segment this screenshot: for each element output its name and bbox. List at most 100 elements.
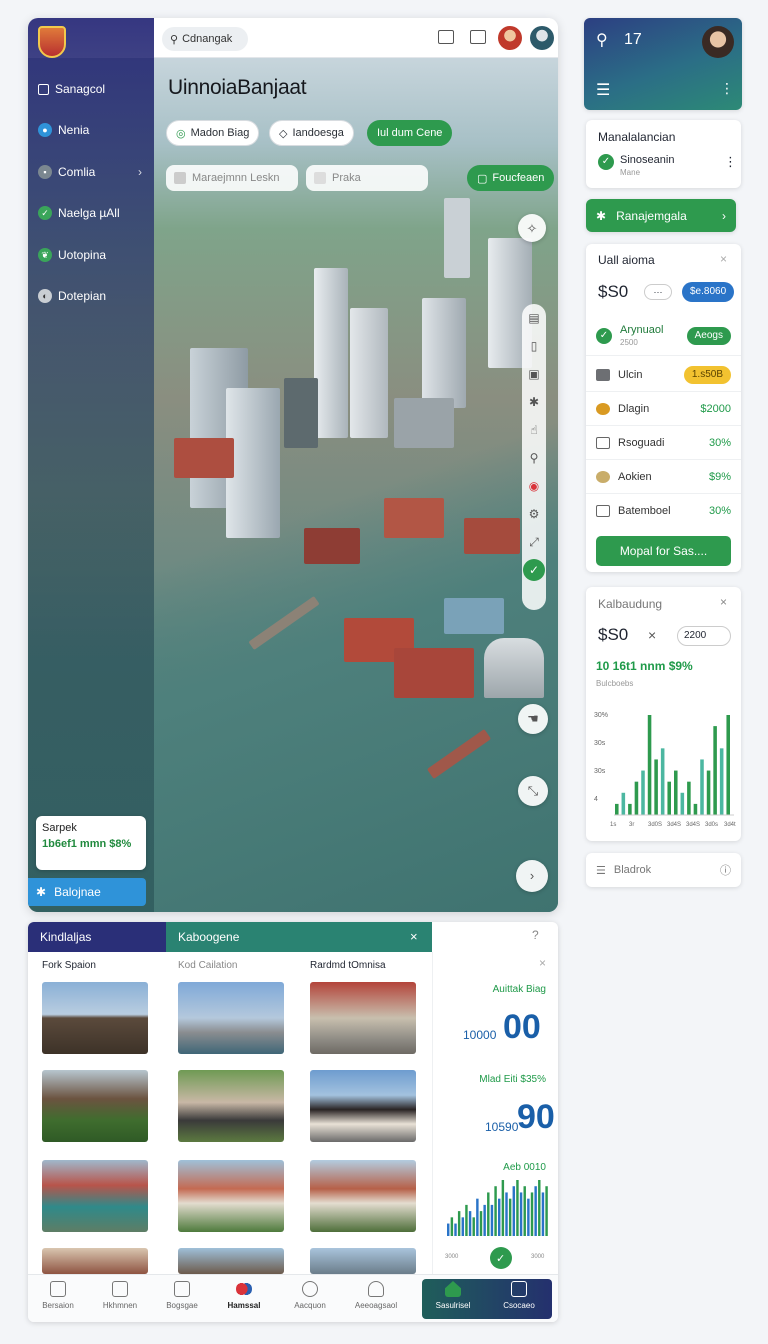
window-icon[interactable]	[438, 30, 454, 44]
row-label: Aokien	[618, 470, 652, 483]
chip-madon[interactable]: ◎ Madon Biag	[166, 120, 260, 146]
expand-icon[interactable]: ⤢	[522, 528, 546, 556]
thumb-icon[interactable]: ☝	[522, 416, 546, 444]
bar	[621, 792, 626, 815]
bar	[719, 748, 724, 815]
close-icon[interactable]: ×	[720, 252, 727, 266]
chip-iul-dum-cene[interactable]: Iul dum Cene	[367, 120, 453, 146]
close-icon[interactable]: ×	[539, 956, 546, 970]
bar	[508, 1198, 512, 1236]
action-button[interactable]: ▢ Foucfeaen	[467, 165, 555, 191]
filter-field-1[interactable]: Maraejmnn Leskn	[166, 165, 298, 191]
tab-kaboogene[interactable]: Kaboogene ×	[166, 922, 432, 952]
compass-icon[interactable]: ✧	[518, 214, 546, 242]
sidebar-item-sanagcol[interactable]: Sanagcol	[34, 74, 148, 104]
bar	[498, 1198, 501, 1236]
footer-card[interactable]: ☰ Bladrok ⓘ	[586, 853, 741, 887]
nav-item[interactable]: Aacquon	[280, 1281, 340, 1310]
avatar[interactable]	[702, 26, 734, 58]
list-row[interactable]: Ulcin 1.s50B	[586, 358, 741, 392]
search-icon[interactable]: ⚲	[596, 30, 608, 50]
nav-label: Hkhmnen	[102, 1301, 138, 1310]
row-sub: 2500	[620, 337, 638, 347]
row-pill[interactable]: 1.s50B	[683, 365, 731, 384]
gallery-thumbnail[interactable]	[42, 1160, 148, 1232]
bug-icon[interactable]: ✱	[522, 388, 546, 416]
gallery-thumbnail[interactable]	[42, 982, 148, 1054]
filter-field-2[interactable]: Praka	[306, 165, 428, 191]
check-icon[interactable]: ✓	[523, 559, 545, 581]
nav-item[interactable]: Sasulrisel	[422, 1281, 484, 1321]
sidebar-item-dotepian[interactable]: ◐ Dotepian	[34, 281, 148, 311]
chart-input[interactable]: 2200	[677, 626, 731, 646]
nav-item[interactable]: Hamssal	[214, 1281, 274, 1310]
gallery-thumbnail[interactable]	[178, 1248, 284, 1274]
sidebar-item-naelga[interactable]: ✓ Naelga µAll	[34, 198, 148, 228]
nav-item[interactable]: Bogsgae	[152, 1281, 212, 1310]
nav-item[interactable]: Csocaeo	[488, 1281, 550, 1321]
gallery-thumbnail[interactable]	[42, 1248, 148, 1274]
menu-icon[interactable]: ☰	[596, 80, 610, 100]
row-label: Dlagin	[618, 402, 650, 415]
tab-kindlaljas[interactable]: Kindlaljas	[28, 922, 166, 952]
avatar[interactable]	[498, 26, 522, 50]
nav-item[interactable]: Aeeoagsaol	[346, 1281, 406, 1310]
square-icon: ▢	[477, 172, 488, 185]
cta-button[interactable]: Mopal for Sas....	[596, 536, 731, 566]
gallery-thumbnail[interactable]	[178, 1070, 284, 1142]
fullscreen-icon[interactable]: ⤡	[518, 776, 548, 806]
image-icon[interactable]: ▣	[522, 360, 546, 388]
star-icon: ✱	[596, 208, 607, 223]
nav-item[interactable]: Hkhmnen	[90, 1281, 150, 1310]
help-icon[interactable]: ?	[532, 928, 539, 942]
summary-sub: Mane	[620, 168, 641, 177]
promo-card[interactable]: Sarpek 1b6ef1 mmn $8%	[36, 816, 146, 870]
home-icon	[50, 1281, 66, 1297]
layers-icon[interactable]: ▤	[522, 304, 546, 332]
avatar[interactable]	[530, 26, 554, 50]
search-icon[interactable]: ⚲	[522, 444, 546, 472]
list-row[interactable]: Rsoguadi 30%	[586, 426, 741, 460]
hand-icon[interactable]: ☚	[518, 704, 548, 734]
list-row[interactable]: Dlagin $2000	[586, 392, 741, 426]
sidebar-item-label: Uotopina	[58, 248, 107, 262]
sidebar-item-comlia[interactable]: ▪ Comlia ›	[34, 157, 148, 187]
gallery-thumbnail[interactable]	[310, 1070, 416, 1142]
bar	[501, 1180, 505, 1236]
settings-icon[interactable]: ⚙	[522, 500, 546, 528]
next-arrow-icon[interactable]: ›	[516, 860, 548, 892]
bar	[527, 1198, 530, 1236]
gallery-thumbnail[interactable]	[178, 982, 284, 1054]
more-icon[interactable]: ⋮	[720, 80, 734, 97]
gallery-thumbnail[interactable]	[310, 1160, 416, 1232]
sidebar-item-uotopina[interactable]: ❦ Uotopina	[34, 240, 148, 270]
bar	[634, 781, 639, 815]
bar	[505, 1192, 508, 1236]
close-icon[interactable]: ×	[720, 595, 727, 609]
record-icon[interactable]: ◉	[522, 472, 546, 500]
gallery-thumbnail[interactable]	[310, 1248, 416, 1274]
calendar-icon[interactable]	[470, 30, 486, 44]
list-row[interactable]: ✓ Arynuaol 2500 Aeogs	[586, 316, 741, 356]
close-icon[interactable]: ×	[410, 922, 418, 952]
book-icon[interactable]: ▯	[522, 332, 546, 360]
list-row[interactable]: Batemboel 30%	[586, 494, 741, 528]
bar	[465, 1204, 468, 1236]
nav-label: Bersaion	[42, 1301, 74, 1310]
row-pill[interactable]: Aeogs	[686, 326, 731, 345]
price-badge[interactable]: $e.8060	[682, 282, 735, 302]
chart-icon	[596, 436, 610, 449]
gallery-thumbnail[interactable]	[42, 1070, 148, 1142]
gallery-thumbnail[interactable]	[178, 1160, 284, 1232]
search-input[interactable]: ⚲ Cdnangak	[162, 27, 248, 51]
green-action-button[interactable]: ✱ Ranajemgala ›	[586, 199, 736, 232]
more-dots-button[interactable]: ···	[644, 284, 672, 300]
sidebar-action-button[interactable]: ✱ Balojnae	[28, 878, 146, 906]
sidebar-item-nenia[interactable]: ● Nenia	[34, 115, 148, 145]
gallery-thumbnail[interactable]	[310, 982, 416, 1054]
chip-iandoesga[interactable]: ◇ Iandoesga	[269, 120, 354, 146]
more-icon[interactable]: ⋮	[724, 154, 737, 170]
menu-icon: ☰	[596, 864, 606, 877]
nav-item[interactable]: Bersaion	[28, 1281, 88, 1310]
list-row[interactable]: Aokien $9%	[586, 460, 741, 494]
